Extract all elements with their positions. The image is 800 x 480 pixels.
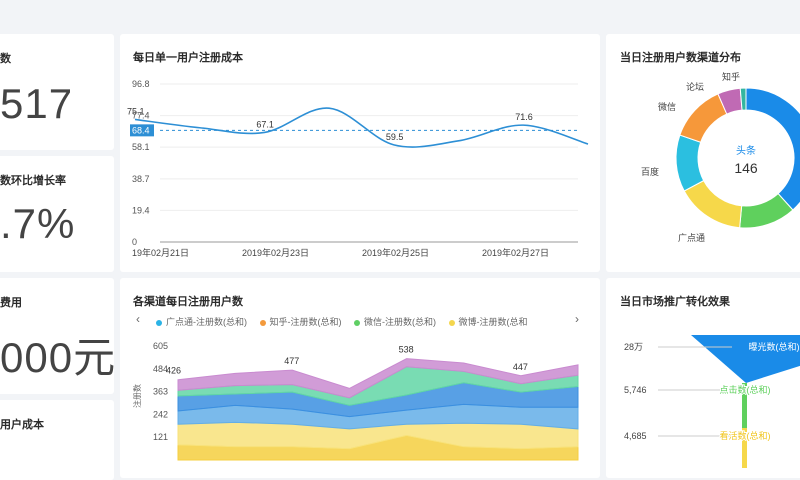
funnel-value-label: 5,746 bbox=[624, 385, 647, 395]
kpi-title: 数 bbox=[0, 53, 11, 65]
x-tick-label: 19年02月21日 bbox=[132, 247, 189, 258]
data-label: 59.5 bbox=[386, 132, 404, 142]
channel-donut-chart: 知乎论坛微信百度广点通 头条 146 bbox=[641, 71, 800, 243]
average-marker-label: 68.4 bbox=[132, 125, 150, 135]
data-label: 447 bbox=[513, 362, 528, 372]
x-tick-label: 2019年02月25日 bbox=[362, 247, 429, 258]
cost-line-card: 每日单一用户注册成本 0 19.4 38.7 58.1 77.4 96.8 68.4 75.1… bbox=[120, 34, 600, 272]
data-label: 477 bbox=[284, 356, 299, 366]
funnel-value-label: 4,685 bbox=[624, 431, 647, 441]
cost-line-chart: 019.438.758.177.496.868.475.167.159.571.… bbox=[127, 79, 589, 258]
y-tick-label: 0 bbox=[132, 237, 137, 247]
funnel-card: 当日市场推广转化效果 28万 5,746 4,685 曝光数(总和) 点击数(总和) 看活… bbox=[606, 278, 800, 478]
pie-slice bbox=[683, 179, 743, 229]
kpi-value: 000元 bbox=[0, 334, 114, 381]
pie-label: 知乎 bbox=[722, 71, 740, 82]
x-tick-label: 2019年02月23日 bbox=[242, 247, 309, 258]
data-label: 538 bbox=[399, 345, 414, 355]
funnel-stage-label: 曝光数(总和) bbox=[749, 341, 800, 352]
data-label: 71.6 bbox=[515, 112, 533, 122]
pie-slice bbox=[679, 93, 728, 143]
y-tick-label: 121 bbox=[153, 432, 168, 442]
y-tick-label: 242 bbox=[153, 409, 168, 419]
y-tick-label: 38.7 bbox=[132, 174, 150, 184]
funnel-value-label: 28万 bbox=[624, 342, 643, 352]
kpi-card-3: 费用 000元 bbox=[0, 278, 114, 394]
funnel-stage-label: 点击数(总和) bbox=[720, 384, 771, 395]
pie-slice bbox=[675, 134, 705, 192]
kpi-card-1: 数 517 bbox=[0, 34, 114, 150]
pie-label: 微信 bbox=[658, 101, 676, 112]
y-axis-label: 注册数 bbox=[132, 384, 142, 408]
kpi-title: 费用 bbox=[0, 297, 22, 309]
data-label: 426 bbox=[166, 366, 181, 376]
pie-label: 论坛 bbox=[686, 81, 704, 92]
y-tick-label: 96.8 bbox=[132, 79, 150, 89]
y-tick-label: 605 bbox=[153, 341, 168, 351]
funnel-chart: 28万 5,746 4,685 曝光数(总和) 点击数(总和) 看活数(总和) bbox=[624, 335, 800, 468]
pie-label: 百度 bbox=[641, 166, 659, 177]
kpi-title: 数环比增长率 bbox=[0, 175, 66, 187]
kpi-value: .7% bbox=[0, 200, 76, 247]
pie-label: 广点通 bbox=[678, 232, 705, 243]
kpi-value: 517 bbox=[0, 80, 74, 127]
kpi-card-2: 数环比增长率 .7% bbox=[0, 156, 114, 272]
data-label: 75.1 bbox=[127, 106, 145, 116]
x-tick-label: 2019年02月27日 bbox=[482, 247, 549, 258]
kpi-title: 用户成本 bbox=[0, 419, 44, 431]
y-tick-label: 58.1 bbox=[132, 142, 150, 152]
center-value: 146 bbox=[734, 160, 758, 176]
kpi-card-4: 用户成本 bbox=[0, 400, 114, 480]
data-label: 67.1 bbox=[256, 119, 274, 129]
y-tick-label: 363 bbox=[153, 387, 168, 397]
center-label: 头条 bbox=[736, 144, 756, 157]
daily-area-chart: 121242363484605注册数426477538447 bbox=[132, 341, 579, 461]
y-tick-label: 19.4 bbox=[132, 205, 150, 215]
daily-area-card: 各渠道每日注册用户数 ‹ 广点通-注册数(总和) 知乎-注册数(总和) 微信-注… bbox=[120, 278, 600, 478]
channel-pie-card: 当日注册用户数渠道分布 知乎 论坛 微信 百度 广点通 头条 146 bbox=[606, 34, 800, 272]
funnel-stage-label: 看活数(总和) bbox=[720, 430, 771, 441]
